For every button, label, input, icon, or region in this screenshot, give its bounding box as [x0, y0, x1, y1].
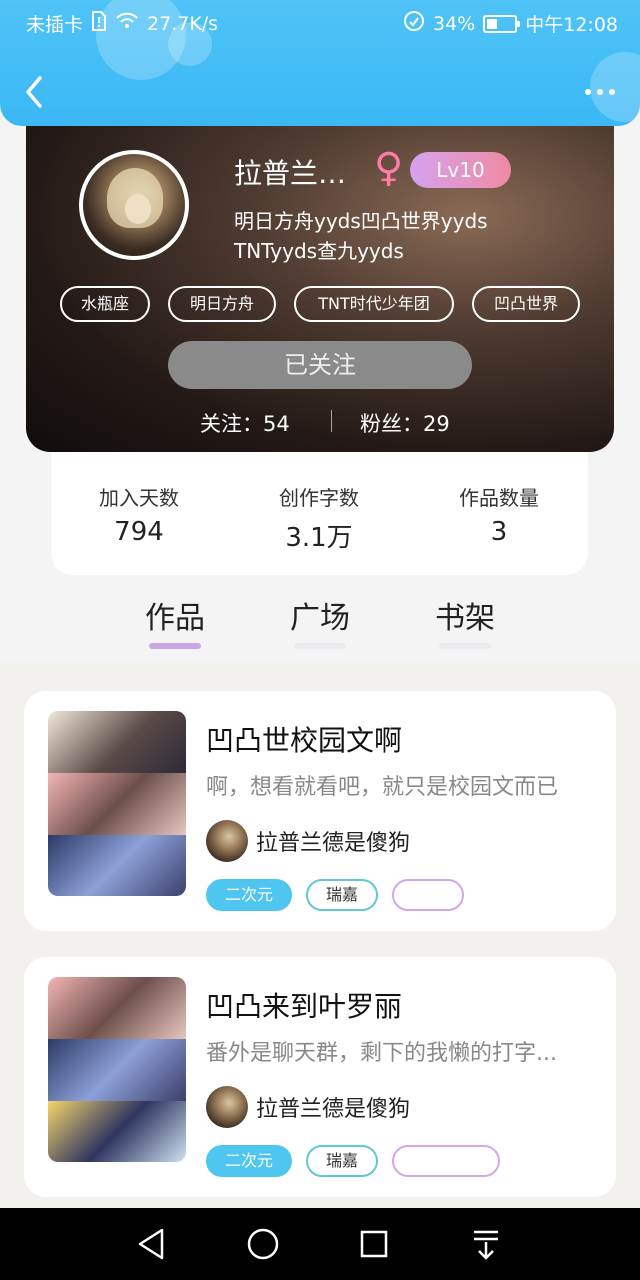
nav-back-button[interactable]: [132, 1224, 172, 1264]
status-bar: 未插卡 27.7K/s 34% 中午12:08: [0, 0, 640, 44]
clock: 中午12:08: [525, 14, 618, 36]
stat-join-days: 加入天数 794: [59, 482, 219, 547]
work-tag[interactable]: 瑞嘉: [306, 879, 378, 911]
stat-word-count: 创作字数 3.1万: [239, 482, 399, 554]
divider: [331, 410, 332, 432]
notification-icon: [403, 10, 425, 37]
stat-value: 3: [490, 517, 508, 547]
battery-icon: [483, 14, 521, 33]
profile-tag[interactable]: 水瓶座: [60, 286, 150, 322]
profile-card: 拉普兰… ♀ Lv10 明日方舟yyds凹凸世界yyds TNTyyds查九yy…: [26, 114, 614, 452]
username: 拉普兰…: [234, 157, 347, 190]
work-tag[interactable]: 二次元: [206, 1145, 292, 1177]
work-author[interactable]: 拉普兰德是傻狗: [206, 819, 410, 863]
work-tag[interactable]: 瑞嘉: [306, 1145, 378, 1177]
navigation-bar: [0, 1208, 640, 1280]
bio-line: 明日方舟yyds凹凸世界yyds: [234, 209, 488, 233]
work-author[interactable]: 拉普兰德是傻狗: [206, 1085, 410, 1129]
profile-tag[interactable]: 明日方舟: [168, 286, 276, 322]
work-tag[interactable]: [392, 879, 464, 911]
nav-home-button[interactable]: [243, 1224, 283, 1264]
work-tag[interactable]: [392, 1145, 500, 1177]
screen: 未插卡 27.7K/s 34% 中午12:08 拉普兰… ♀ Lv10 明日方舟…: [0, 0, 640, 1280]
tab-square[interactable]: 广场: [265, 593, 375, 637]
triangle-back-icon: [138, 1228, 164, 1260]
follow-counts: 关注：54 粉丝：29: [26, 402, 614, 442]
author-name: 拉普兰德是傻狗: [256, 1097, 411, 1122]
more-dots-icon: [585, 89, 615, 95]
tab-indicator-active: [149, 643, 201, 649]
follow-button[interactable]: 已关注: [168, 341, 472, 389]
stat-value: 3.1万: [285, 523, 353, 553]
nav-notification-shade-button[interactable]: [466, 1224, 506, 1264]
bio: 明日方舟yyds凹凸世界yyds TNTyyds查九yyds: [234, 206, 574, 266]
stat-value: 794: [114, 517, 164, 547]
carrier-text: 未插卡: [26, 14, 84, 36]
author-name: 拉普兰德是傻狗: [256, 831, 411, 856]
work-description: 啊，想看就看吧，就只是校园文而已: [206, 775, 559, 800]
sim-icon: [91, 11, 107, 36]
work-card[interactable]: 凹凸来到叶罗丽 番外是聊天群，剩下的我懒的打字... 拉普兰德是傻狗 二次元 瑞…: [24, 957, 616, 1197]
stat-works-count: 作品数量 3: [419, 482, 579, 547]
avatar[interactable]: [79, 150, 189, 260]
female-gender-icon: ♀: [374, 145, 404, 191]
tab-works[interactable]: 作品: [120, 593, 230, 637]
nav-recents-button[interactable]: [354, 1224, 394, 1264]
stat-label: 作品数量: [459, 486, 539, 510]
pull-down-icon: [474, 1230, 498, 1260]
top-bar: 未插卡 27.7K/s 34% 中午12:08: [0, 0, 640, 126]
author-avatar: [206, 820, 248, 862]
works-list: 凹凸世校园文啊 啊，想看就看吧，就只是校园文而已 拉普兰德是傻狗 二次元 瑞嘉 …: [0, 663, 640, 1208]
work-cover-image[interactable]: [48, 711, 186, 896]
profile-tag[interactable]: 凹凸世界: [472, 286, 580, 322]
stat-label: 创作字数: [279, 486, 359, 510]
level-badge: Lv10: [410, 152, 511, 188]
work-title[interactable]: 凹凸来到叶罗丽: [206, 985, 402, 1025]
author-avatar: [206, 1086, 248, 1128]
back-button[interactable]: [18, 72, 54, 112]
work-tag[interactable]: 二次元: [206, 879, 292, 911]
tab-indicator: [439, 643, 491, 649]
tab-indicator: [294, 643, 346, 649]
following-count[interactable]: 关注：54: [200, 408, 290, 438]
more-button[interactable]: [582, 78, 622, 106]
bio-line: TNTyyds查九yyds: [234, 239, 404, 263]
chevron-left-icon: [26, 76, 42, 108]
profile-tags: 水瓶座 明日方舟 TNT时代少年团 凹凸世界: [60, 286, 580, 322]
tab-bar: 作品 广场 书架: [0, 585, 640, 663]
tab-bookshelf[interactable]: 书架: [410, 593, 520, 637]
wifi-icon: [115, 11, 139, 36]
net-speed: 27.7K/s: [147, 12, 219, 35]
followers-count[interactable]: 粉丝：29: [360, 408, 450, 438]
work-title[interactable]: 凹凸世校园文啊: [206, 719, 402, 759]
work-description: 番外是聊天群，剩下的我懒的打字...: [206, 1041, 557, 1066]
battery-percent: 34%: [433, 12, 476, 35]
work-cover-image[interactable]: [48, 977, 186, 1162]
profile-tag[interactable]: TNT时代少年团: [294, 286, 454, 322]
circle-home-icon: [247, 1228, 279, 1260]
square-recents-icon: [360, 1230, 388, 1258]
stat-label: 加入天数: [99, 486, 179, 510]
work-card[interactable]: 凹凸世校园文啊 啊，想看就看吧，就只是校园文而已 拉普兰德是傻狗 二次元 瑞嘉: [24, 691, 616, 931]
stats-card: 加入天数 794 创作字数 3.1万 作品数量 3: [51, 452, 588, 575]
